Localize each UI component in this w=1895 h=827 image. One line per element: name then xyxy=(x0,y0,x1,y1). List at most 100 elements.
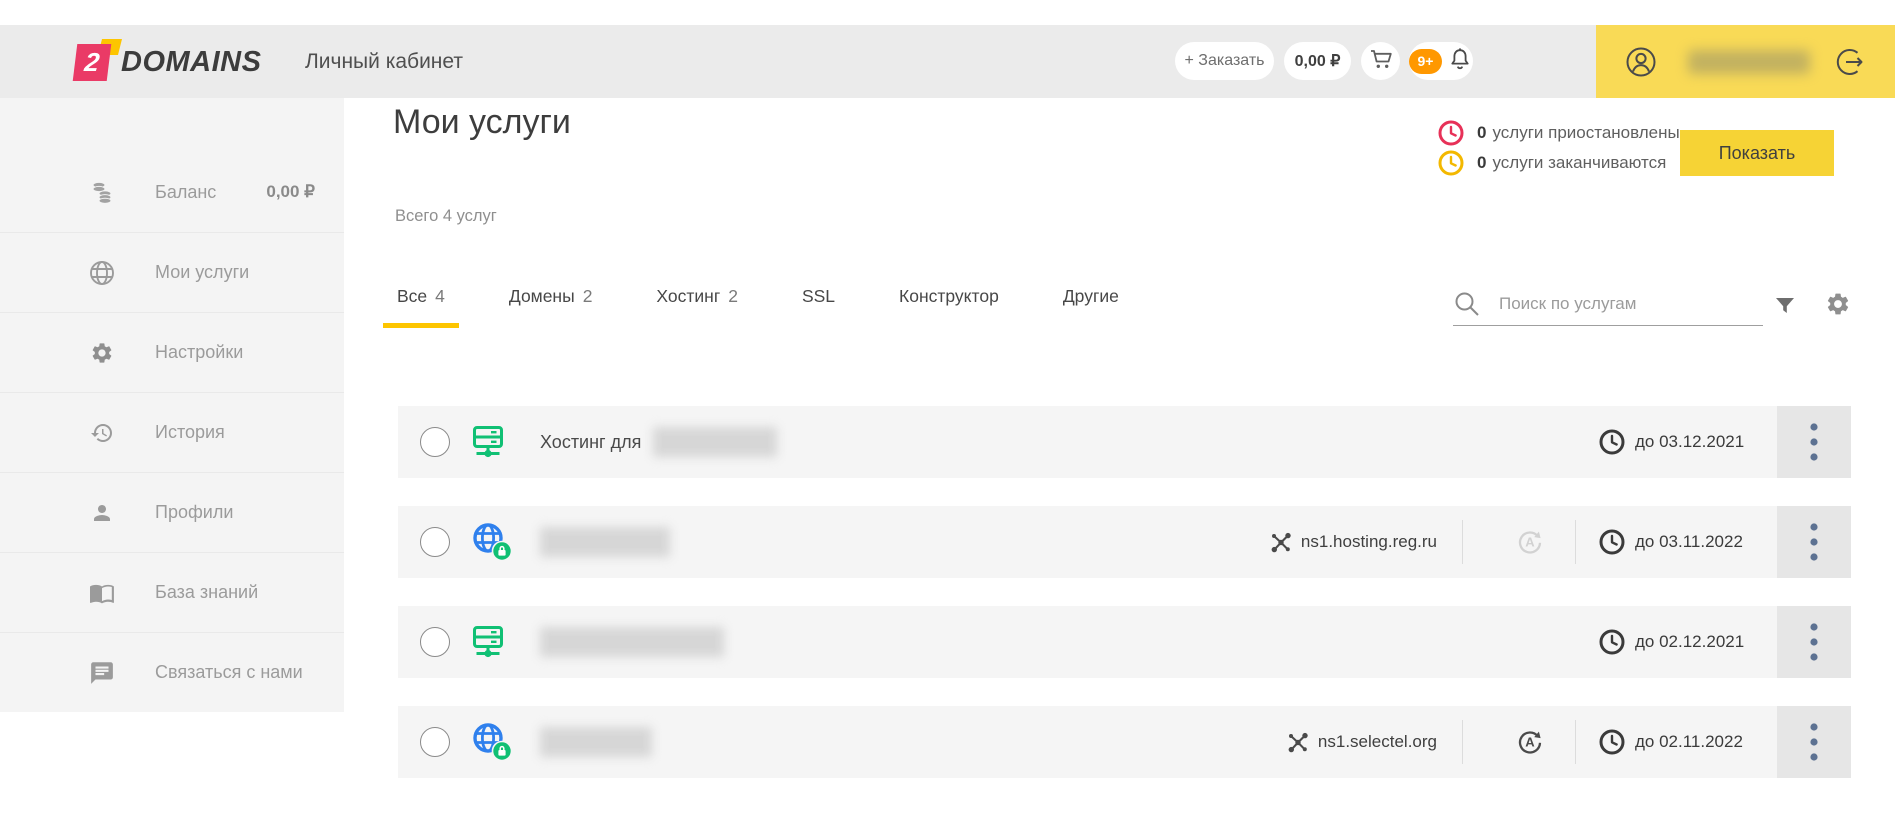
sidebar-item-label: Связаться с нами xyxy=(155,662,303,683)
tab-count: 2 xyxy=(583,286,593,306)
sidebar-item-настройки[interactable]: Настройки xyxy=(0,312,344,392)
gear-icon xyxy=(90,341,114,365)
service-name-redacted xyxy=(653,427,777,457)
bell-icon xyxy=(1447,46,1473,77)
service-checkbox[interactable] xyxy=(420,427,450,457)
sidebar-item-label: История xyxy=(155,422,225,443)
services-total: Всего 4 услуг xyxy=(395,207,497,226)
sidebar-item-профили[interactable]: Профили xyxy=(0,472,344,552)
tab-другие[interactable]: Другие xyxy=(1049,286,1133,328)
search-input[interactable] xyxy=(1497,293,1751,315)
service-checkbox[interactable] xyxy=(420,527,450,557)
autorenew-icon[interactable]: A xyxy=(1516,706,1544,778)
sidebar-item-label: Настройки xyxy=(155,342,243,363)
page-title: Мои услуги xyxy=(393,103,571,142)
logo-word: DOMAINS xyxy=(121,46,261,79)
alert-count: 0 xyxy=(1477,123,1486,143)
alert-line: 0услуги заканчиваются xyxy=(1437,148,1680,178)
divider xyxy=(1575,720,1576,764)
nameserver-group: ns1.selectel.org xyxy=(1286,706,1437,778)
filter-icon[interactable] xyxy=(1773,294,1797,318)
tab-label: Другие xyxy=(1063,286,1119,306)
show-button[interactable]: Показать xyxy=(1680,130,1834,176)
divider xyxy=(1462,520,1463,564)
server-icon xyxy=(470,424,506,460)
chat-icon xyxy=(89,660,115,686)
service-name[interactable]: Хостинг для xyxy=(540,406,777,478)
row-menu-button[interactable] xyxy=(1777,706,1851,778)
domain-globe-lock-icon xyxy=(470,720,514,764)
nameserver-value: ns1.hosting.reg.ru xyxy=(1301,532,1437,552)
tab-count: 2 xyxy=(728,286,738,306)
tab-ssl[interactable]: SSL xyxy=(788,286,849,328)
service-row: ns1.selectel.org A до 02.11.2022 xyxy=(398,706,1851,778)
cabinet-title: Личный кабинет xyxy=(305,25,463,98)
app-window: 2 DOMAINS Личный кабинет + Заказать 0,00… xyxy=(0,0,1895,827)
notifications-badge: 9+ xyxy=(1409,49,1442,74)
order-button[interactable]: + Заказать xyxy=(1175,42,1274,80)
row-menu-button[interactable] xyxy=(1777,506,1851,578)
sidebar-item-мои-услуги[interactable]: Мои услуги xyxy=(0,232,344,312)
top-header: 2 DOMAINS Личный кабинет + Заказать 0,00… xyxy=(0,25,1895,98)
service-checkbox[interactable] xyxy=(420,627,450,657)
service-alerts: 0 услуги приостановлены 0услуги заканчива… xyxy=(1437,118,1680,178)
expiry-date: до 02.11.2022 xyxy=(1635,732,1743,752)
sidebar-item-связаться-с-нами[interactable]: Связаться с нами xyxy=(0,632,344,712)
service-row: ns1.hosting.reg.ru A до 03.11.2022 xyxy=(398,506,1851,578)
row-menu-button[interactable] xyxy=(1777,606,1851,678)
brand-logo[interactable]: 2 DOMAINS xyxy=(75,41,261,83)
row-menu-button[interactable] xyxy=(1777,406,1851,478)
user-area xyxy=(1596,25,1895,98)
service-name-redacted xyxy=(540,627,724,657)
notifications-button[interactable]: 9+ xyxy=(1409,42,1473,80)
tab-label: SSL xyxy=(802,286,835,306)
clock-icon xyxy=(1598,428,1626,456)
tab-конструктор[interactable]: Конструктор xyxy=(885,286,1013,328)
service-name[interactable] xyxy=(540,506,670,578)
coins-icon xyxy=(89,179,115,205)
book-icon xyxy=(89,580,115,606)
sidebar-item-история[interactable]: История xyxy=(0,392,344,472)
clock-icon xyxy=(1437,119,1465,147)
logout-icon[interactable] xyxy=(1833,45,1867,79)
expiry-group: до 03.11.2022 xyxy=(1598,506,1743,578)
search-box xyxy=(1453,282,1763,326)
alert-line: 0 услуги приостановлены xyxy=(1437,118,1680,148)
list-settings-gear-icon[interactable] xyxy=(1825,291,1851,317)
divider xyxy=(1575,520,1576,564)
tab-все[interactable]: Все4 xyxy=(383,286,459,328)
tab-домены[interactable]: Домены2 xyxy=(495,286,607,328)
divider xyxy=(1462,720,1463,764)
service-row: Хостинг для до 03.12.2021 xyxy=(398,406,1851,478)
nameserver-group: ns1.hosting.reg.ru xyxy=(1269,506,1437,578)
sidebar-item-label: Баланс xyxy=(155,182,216,203)
alert-label: услуги приостановлены xyxy=(1492,123,1679,143)
sidebar-item-база-знаний[interactable]: База знаний xyxy=(0,552,344,632)
expiry-group: до 03.12.2021 xyxy=(1598,406,1744,478)
alert-count: 0 xyxy=(1477,153,1486,173)
domain-globe-lock-icon xyxy=(470,520,514,564)
user-circle-icon[interactable] xyxy=(1624,45,1658,79)
tab-label: Конструктор xyxy=(899,286,999,306)
header-balance-button[interactable]: 0,00 ₽ xyxy=(1284,42,1351,80)
service-name-redacted xyxy=(540,727,652,757)
autorenew-icon[interactable]: A xyxy=(1516,506,1544,578)
service-checkbox[interactable] xyxy=(420,727,450,757)
expiry-group: до 02.11.2022 xyxy=(1598,706,1743,778)
svg-text:A: A xyxy=(1525,735,1535,750)
service-name[interactable] xyxy=(540,606,724,678)
cart-button[interactable] xyxy=(1361,42,1400,80)
service-row: до 02.12.2021 xyxy=(398,606,1851,678)
clock-icon xyxy=(1598,728,1626,756)
nameserver-value: ns1.selectel.org xyxy=(1318,732,1437,752)
expiry-date: до 03.11.2022 xyxy=(1635,532,1743,552)
expiry-date: до 02.12.2021 xyxy=(1635,632,1744,652)
service-name-redacted xyxy=(540,527,670,557)
sidebar-item-баланс[interactable]: Баланс0,00 ₽ xyxy=(0,152,344,232)
server-icon xyxy=(470,624,506,660)
service-name[interactable] xyxy=(540,706,652,778)
clock-icon xyxy=(1598,628,1626,656)
tab-хостинг[interactable]: Хостинг2 xyxy=(642,286,752,328)
service-list: Хостинг для до 03.12.2021 ns1.hosting.re… xyxy=(398,406,1851,806)
history-icon xyxy=(90,421,114,445)
